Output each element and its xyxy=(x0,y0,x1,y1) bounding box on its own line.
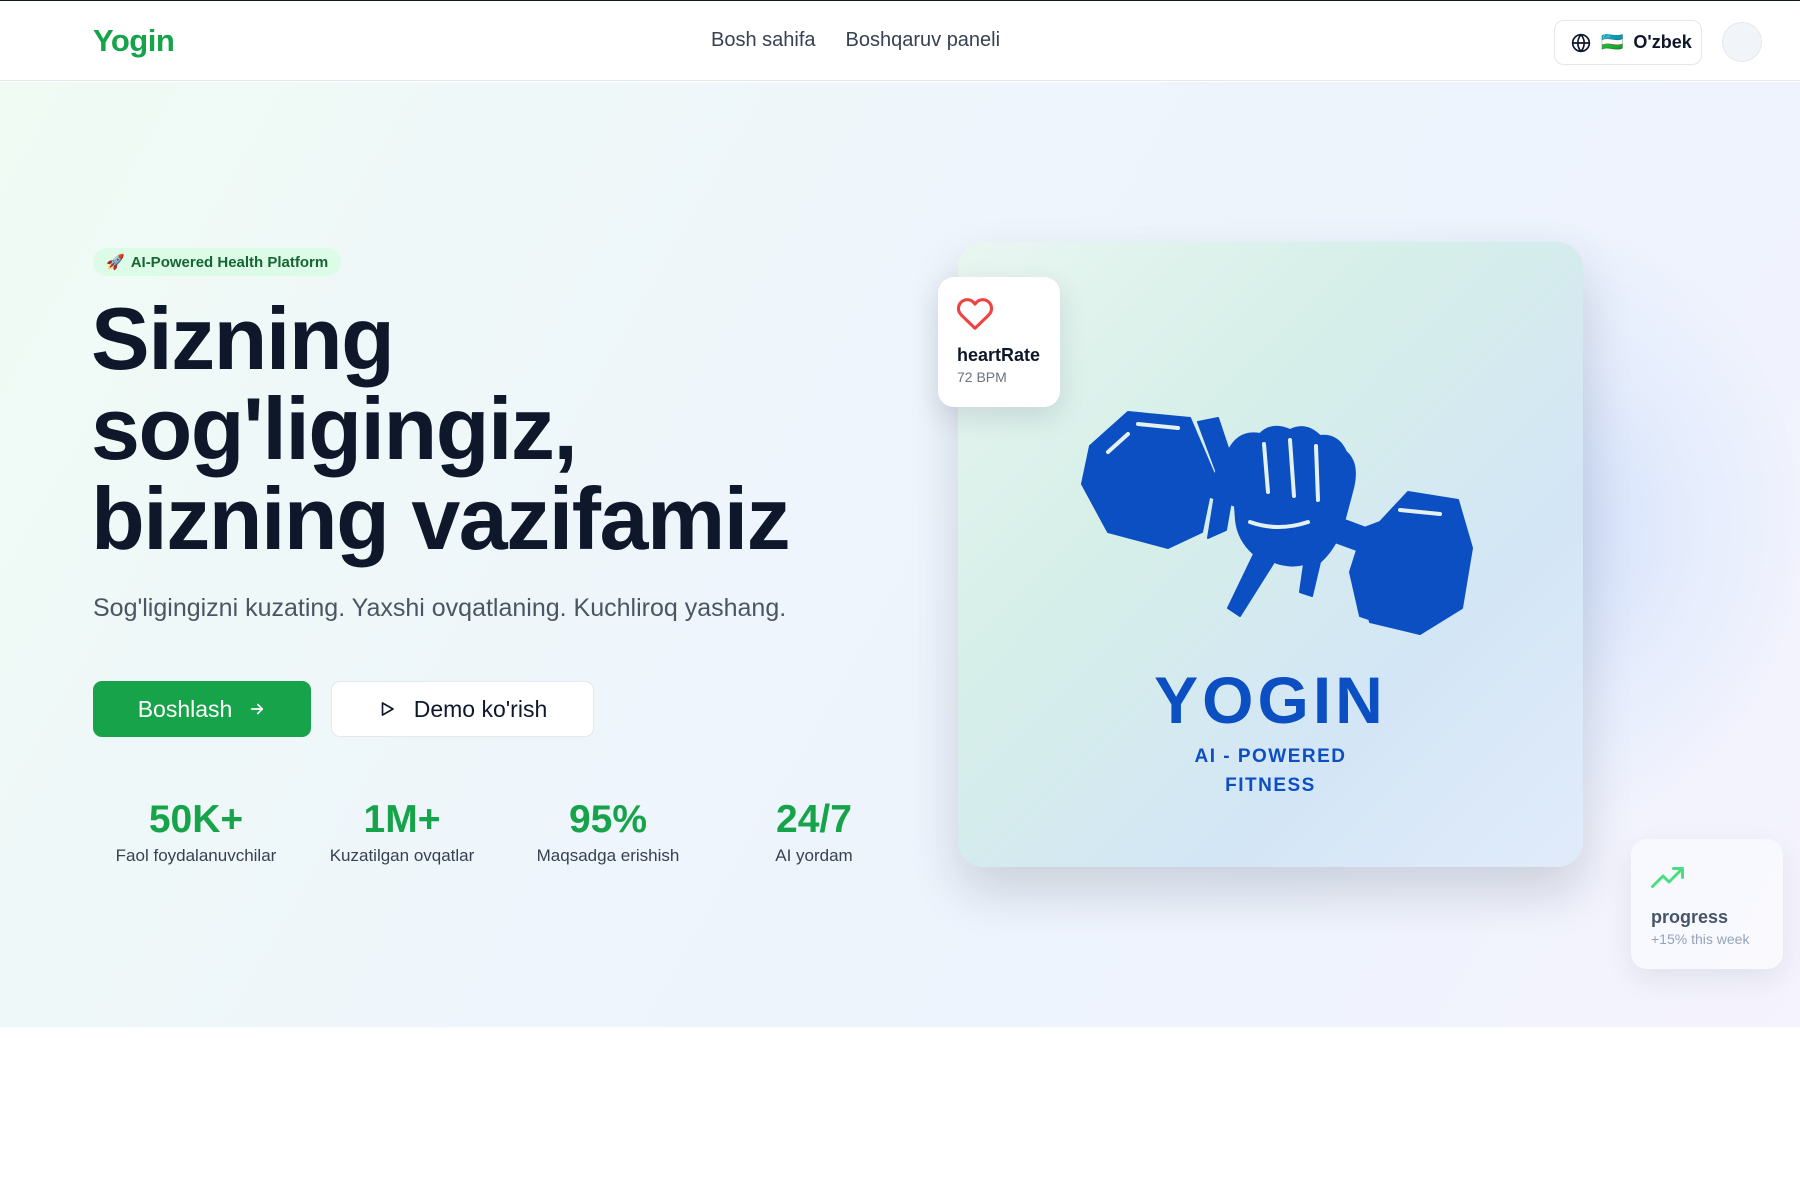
dumbbell-fist-icon xyxy=(1081,411,1473,635)
brand-tagline-line: FITNESS xyxy=(1225,775,1316,796)
progress-label: progress xyxy=(1651,907,1729,927)
heart-rate-value: 72 BPM xyxy=(957,369,1007,385)
stat-label: Faol foydalanuvchilar xyxy=(115,846,277,865)
progress-card: progress +15% this week xyxy=(1631,839,1783,969)
stats-row: 50K+ Faol foydalanuvchilar 1M+ Kuzatilga… xyxy=(93,798,917,866)
play-icon xyxy=(381,702,394,716)
nav-link-home[interactable]: Bosh sahifa xyxy=(711,29,816,52)
brand-name: YOGIN xyxy=(1154,663,1387,737)
stat-item: 50K+ Faol foydalanuvchilar xyxy=(93,798,299,866)
stat-value: 24/7 xyxy=(776,798,852,841)
watch-demo-label: Demo ko'rish xyxy=(413,695,548,722)
user-avatar[interactable] xyxy=(1722,22,1762,62)
platform-badge: 🚀 AI-Powered Health Platform xyxy=(93,248,342,276)
get-started-button[interactable]: Boshlash xyxy=(93,681,311,737)
language-label: O'zbek xyxy=(1633,32,1692,52)
stat-label: AI yordam xyxy=(775,846,853,865)
heart-rate-card: heartRate 72 BPM xyxy=(938,277,1060,407)
trending-up-icon xyxy=(1651,867,1684,888)
stat-value: 95% xyxy=(568,798,648,841)
stat-item: 1M+ Kuzatilgan ovqatlar xyxy=(299,798,505,866)
hero-title-line: sog'ligingiz, xyxy=(91,379,578,478)
stat-value: 1M+ xyxy=(363,798,441,841)
stat-label: Kuzatilgan ovqatlar xyxy=(329,846,475,865)
hero-subtitle: Sog'ligingizni kuzating. Yaxshi ovqatlan… xyxy=(93,594,787,622)
language-flag: 🇺🇿 xyxy=(1601,32,1624,52)
arrow-right-icon xyxy=(251,703,264,715)
progress-value: +15% this week xyxy=(1651,931,1750,947)
stat-value: 50K+ xyxy=(148,798,244,841)
main-nav: Bosh sahifa Boshqaruv paneli xyxy=(711,29,1000,52)
badge-label: AI-Powered Health Platform xyxy=(130,253,329,271)
hero-title-line: Sizning xyxy=(91,289,395,388)
stat-item: 95% Maqsadga erishish xyxy=(505,798,711,866)
hero-title-line: bizning vazifamiz xyxy=(91,469,791,568)
stat-item: 24/7 AI yordam xyxy=(711,798,917,866)
heart-rate-label: heartRate xyxy=(957,345,1041,365)
get-started-label: Boshlash xyxy=(137,695,233,722)
brand-tagline: AI - POWERED FITNESS xyxy=(958,742,1583,800)
nav-link-dashboard[interactable]: Boshqaruv paneli xyxy=(846,29,1001,52)
rocket-icon: 🚀 xyxy=(106,254,125,271)
language-selector[interactable]: 🇺🇿 O'zbek xyxy=(1554,20,1702,65)
globe-icon xyxy=(1571,33,1591,52)
watch-demo-button[interactable]: Demo ko'rish xyxy=(331,681,594,737)
brand-tagline-line: AI - POWERED xyxy=(1194,746,1347,767)
hero-section: 🚀 AI-Powered Health Platform Sizning sog… xyxy=(0,82,1800,1027)
site-header: Yogin Bosh sahifa Boshqaruv paneli 🇺🇿 O'… xyxy=(0,1,1800,81)
site-logo[interactable]: Yogin xyxy=(93,23,175,59)
stat-label: Maqsadga erishish xyxy=(536,846,680,865)
hero-title: Sizning sog'ligingiz, bizning vazifamiz xyxy=(91,294,871,564)
heart-icon xyxy=(956,298,994,330)
